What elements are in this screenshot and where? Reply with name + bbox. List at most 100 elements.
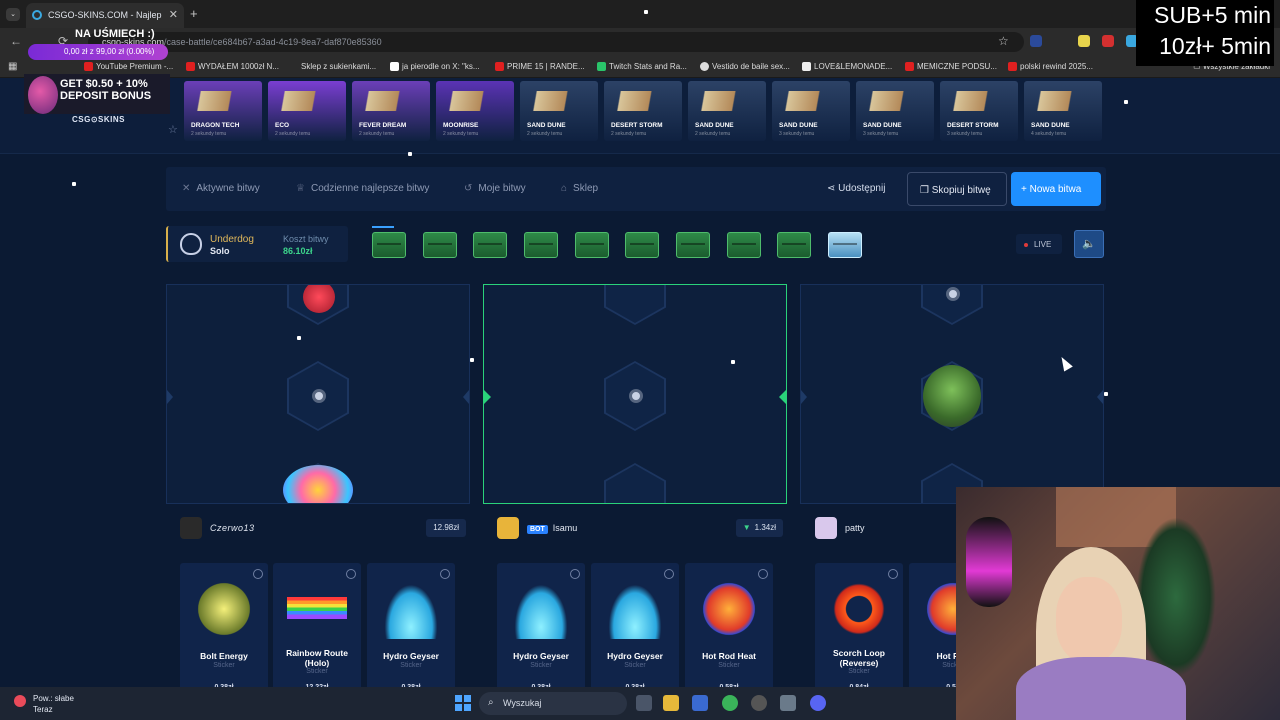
new-battle-button[interactable]: + Nowa bitwa	[1011, 172, 1101, 206]
bookmark-item[interactable]: YouTube Premium -...	[84, 62, 173, 71]
share-button[interactable]: ⋖ Udostępnij	[827, 183, 885, 194]
new-tab-button[interactable]: +	[190, 6, 198, 21]
daily-best-link[interactable]: ♕ Codzienne najlepsze bitwy	[296, 183, 429, 194]
feed-drop-item[interactable]: ECO 2 sekundy temu	[268, 81, 346, 141]
feed-drop-item[interactable]: SAND DUNE 4 sekundy temu	[1024, 81, 1102, 141]
sticker-image	[829, 579, 889, 639]
avatar[interactable]	[815, 517, 837, 539]
player-bar-1: Czerwo13 12.98zł	[180, 513, 470, 543]
case-icon[interactable]	[524, 232, 558, 258]
item-type: Sticker	[624, 662, 646, 669]
active-battles-link[interactable]: ✕ Aktywne bitwy	[182, 183, 260, 194]
extension-icon[interactable]	[1078, 35, 1090, 47]
drop-card[interactable]: Rainbow Route (Holo)Sticker12.22zł	[273, 563, 361, 695]
drop-card[interactable]: Hot Rod HeatSticker0.58zł	[685, 563, 773, 695]
player-name[interactable]: patty	[845, 523, 865, 533]
drop-card[interactable]: Bolt EnergySticker0.38zł	[180, 563, 268, 695]
favorite-star-icon[interactable]: ☆	[168, 123, 178, 136]
weather-icon[interactable]	[14, 695, 26, 707]
item-name: Hydro Geyser	[513, 651, 569, 661]
bookmark-item[interactable]: PRIME 15 | RANDE...	[495, 62, 585, 71]
player-spinner-3	[800, 284, 1104, 504]
feed-item-name: SAND DUNE	[695, 122, 734, 129]
case-icon[interactable]	[625, 232, 659, 258]
case-icon[interactable]	[575, 232, 609, 258]
feed-drop-item[interactable]: DESERT STORM 3 sekundy temu	[940, 81, 1018, 141]
settings-gear-icon[interactable]	[780, 695, 796, 711]
bookmark-item[interactable]: Vestido de baile sex...	[700, 62, 790, 71]
player-name[interactable]: Czerwo13	[210, 523, 255, 533]
copy-battle-button[interactable]: ❐ Skopiuj bitwę	[907, 172, 1007, 206]
bookmark-star-icon[interactable]: ☆	[998, 34, 1009, 48]
my-battles-link[interactable]: ↺ Moje bitwy	[464, 183, 526, 194]
windows-start-icon[interactable]	[455, 695, 471, 711]
back-arrow-icon[interactable]: ←	[10, 34, 22, 48]
weapon-skin-icon	[446, 91, 504, 111]
feed-drop-item[interactable]: SAND DUNE 2 sekundy temu	[688, 81, 766, 141]
feed-drop-item[interactable]: SAND DUNE 3 sekundy temu	[856, 81, 934, 141]
snow-particle	[72, 182, 76, 186]
browser-tab[interactable]: CSGO-SKINS.COM - Najlep ✕	[26, 3, 184, 28]
shield-icon[interactable]	[888, 569, 898, 579]
extension-icon[interactable]	[1102, 35, 1114, 47]
feed-drop-item[interactable]: DRAGON TECH 2 sekundy temu	[184, 81, 262, 141]
extension-icon[interactable]	[1030, 35, 1042, 47]
case-icon[interactable]	[727, 232, 761, 258]
shield-icon[interactable]	[440, 569, 450, 579]
weapon-skin-icon	[782, 91, 840, 111]
shield-icon[interactable]	[570, 569, 580, 579]
bookmark-item[interactable]: WYDAŁEM 1000zł N...	[186, 62, 279, 71]
avatar[interactable]	[497, 517, 519, 539]
snow-particle	[470, 358, 474, 362]
case-icon[interactable]	[777, 232, 811, 258]
feed-drop-item[interactable]: DESERT STORM 2 sekundy temu	[604, 81, 682, 141]
close-tab-icon[interactable]: ✕	[169, 8, 178, 21]
bookmark-item[interactable]: Twitch Stats and Ra...	[597, 62, 687, 71]
feed-drop-item[interactable]: FEVER DREAM 2 sekundy temu	[352, 81, 430, 141]
case-icon[interactable]	[423, 232, 457, 258]
case-icon[interactable]	[473, 232, 507, 258]
empty-slot-icon	[629, 389, 643, 403]
feed-drop-item[interactable]: SAND DUNE 3 sekundy temu	[772, 81, 850, 141]
shop-link[interactable]: ⌂ Sklep	[561, 183, 598, 194]
chrome-icon[interactable]	[722, 695, 738, 711]
app-icon[interactable]	[751, 695, 767, 711]
feed-item-time: 2 sekundy temu	[191, 131, 227, 137]
sound-toggle-button[interactable]: 🔈	[1074, 230, 1104, 258]
feed-drop-item[interactable]: MOONRISE 2 sekundy temu	[436, 81, 514, 141]
shield-icon[interactable]	[346, 569, 356, 579]
weather-line1: Pow.: słabe	[33, 694, 74, 703]
player-name[interactable]: Isamu	[553, 523, 578, 533]
site-logo[interactable]: CSG⊙SKINS	[72, 115, 125, 124]
bookmark-item[interactable]: polski rewind 2025...	[1008, 62, 1093, 71]
file-explorer-icon[interactable]	[663, 695, 679, 711]
drop-card[interactable]: Hydro GeyserSticker0.38zł	[367, 563, 455, 695]
weather-widget[interactable]: Pow.: słabe Teraz	[33, 693, 74, 715]
avatar[interactable]	[180, 517, 202, 539]
case-icon[interactable]	[828, 232, 862, 258]
shield-icon[interactable]	[758, 569, 768, 579]
bookmark-item[interactable]: MEMICZNE PODSU...	[905, 62, 997, 71]
bookmark-item[interactable]: ja pierodle on X: "ks...	[390, 62, 480, 71]
tab-list-menu-button[interactable]: ⌄	[6, 8, 20, 21]
bookmark-item[interactable]: LOVE&LEMONADE...	[802, 62, 892, 71]
feed-item-name: FEVER DREAM	[359, 122, 407, 129]
case-icon[interactable]	[372, 232, 406, 258]
drop-card[interactable]: Hydro GeyserSticker0.38zł	[591, 563, 679, 695]
url-field[interactable]: csgo-skins.com/case-battle/ce684b67-a3ad…	[88, 32, 1024, 52]
case-icon[interactable]	[676, 232, 710, 258]
deposit-bonus-banner[interactable]: GET $0.50 + 10% DEPOSIT BONUS	[24, 74, 170, 114]
taskbar-search[interactable]: ⌕ Wyszukaj	[479, 692, 627, 715]
task-view-icon[interactable]	[636, 695, 652, 711]
discord-icon[interactable]	[810, 695, 826, 711]
drop-card[interactable]: Hydro GeyserSticker0.38zł	[497, 563, 585, 695]
store-icon[interactable]	[692, 695, 708, 711]
item-name: Hot Rod Heat	[702, 651, 756, 661]
apps-grid-icon[interactable]: ▦	[8, 61, 17, 72]
bookmark-item[interactable]: Sklep z sukienkami...	[289, 62, 376, 71]
drop-card[interactable]: Scorch Loop (Reverse)Sticker0.84zł	[815, 563, 903, 695]
shield-icon[interactable]	[664, 569, 674, 579]
shield-icon[interactable]	[253, 569, 263, 579]
sticker-image	[511, 579, 571, 639]
feed-drop-item[interactable]: SAND DUNE 2 sekundy temu	[520, 81, 598, 141]
